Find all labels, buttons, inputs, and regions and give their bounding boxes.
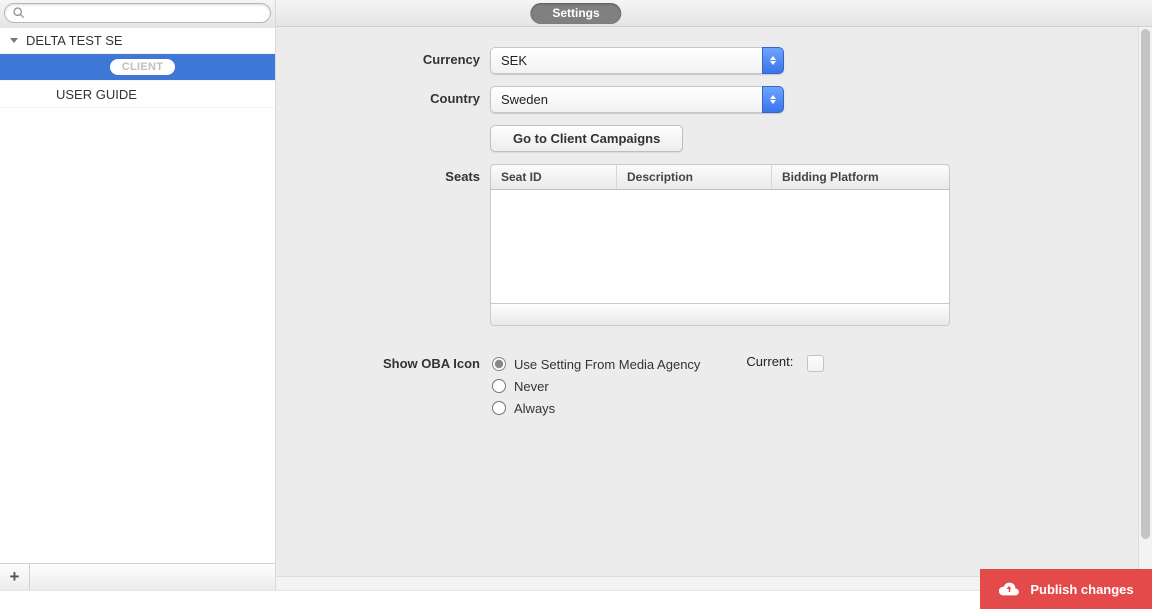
plus-icon: + — [10, 567, 20, 587]
oba-option-use-setting[interactable]: Use Setting From Media Agency — [490, 354, 700, 374]
top-bar: Settings — [0, 0, 1152, 27]
goto-client-campaigns-button[interactable]: Go to Client Campaigns — [490, 125, 683, 152]
tree-root-label: DELTA TEST SE — [26, 33, 123, 48]
row-seats: Seats Seat ID Description Bidding Platfo… — [300, 164, 1114, 326]
currency-value: SEK — [490, 47, 762, 74]
main-split: DELTA TEST SE CLIENT USER GUIDE + Curren… — [0, 27, 1152, 590]
radio-use-setting-label: Use Setting From Media Agency — [514, 357, 700, 372]
caret-down-icon — [10, 38, 18, 43]
publish-label: Publish changes — [1030, 582, 1133, 597]
add-button[interactable]: + — [0, 564, 30, 591]
oba-current: Current: — [746, 354, 824, 420]
oba-option-always[interactable]: Always — [490, 398, 700, 418]
country-value: Sweden — [490, 86, 762, 113]
vertical-scroll-thumb[interactable] — [1141, 29, 1150, 539]
content-scroll: Currency SEK Country Sweden — [276, 27, 1138, 576]
seats-table: Seat ID Description Bidding Platform — [490, 164, 950, 326]
currency-select[interactable]: SEK — [490, 47, 784, 74]
radio-never[interactable] — [492, 379, 506, 393]
tree-child-label: USER GUIDE — [56, 87, 137, 102]
vertical-scrollbar[interactable] — [1138, 27, 1152, 576]
sidebar-footer: + — [0, 563, 275, 590]
seats-footer — [490, 304, 950, 326]
client-chip: CLIENT — [110, 59, 176, 75]
seats-header: Seat ID Description Bidding Platform — [490, 164, 950, 190]
current-label: Current: — [746, 354, 793, 369]
search-container — [0, 0, 276, 27]
col-bidding-platform[interactable]: Bidding Platform — [772, 165, 949, 189]
select-stepper-icon — [762, 86, 784, 113]
seats-body[interactable] — [490, 190, 950, 304]
publish-changes-button[interactable]: Publish changes — [980, 569, 1152, 609]
search-input[interactable] — [4, 3, 271, 23]
country-label: Country — [300, 86, 490, 106]
seats-label: Seats — [300, 164, 490, 184]
currency-label: Currency — [300, 47, 490, 67]
sidebar: DELTA TEST SE CLIENT USER GUIDE + — [0, 27, 276, 590]
tree-item-user-guide[interactable]: USER GUIDE — [0, 81, 275, 108]
tree-item-client[interactable]: CLIENT — [0, 54, 275, 81]
empty-label — [300, 125, 490, 130]
oba-label: Show OBA Icon — [300, 354, 490, 371]
radio-never-label: Never — [514, 379, 549, 394]
cloud-upload-icon — [998, 581, 1020, 597]
oba-option-never[interactable]: Never — [490, 376, 700, 396]
tree-root-item[interactable]: DELTA TEST SE — [0, 27, 275, 54]
col-description[interactable]: Description — [617, 165, 772, 189]
tree: DELTA TEST SE CLIENT USER GUIDE — [0, 27, 275, 563]
radio-use-setting[interactable] — [492, 357, 506, 371]
row-goto: Go to Client Campaigns — [300, 125, 1114, 152]
row-oba: Show OBA Icon Use Setting From Media Age… — [300, 354, 1114, 420]
content-panel: Currency SEK Country Sweden — [276, 27, 1152, 590]
select-stepper-icon — [762, 47, 784, 74]
current-indicator — [807, 355, 824, 372]
radio-always-label: Always — [514, 401, 555, 416]
col-seat-id[interactable]: Seat ID — [491, 165, 617, 189]
row-country: Country Sweden — [300, 86, 1114, 113]
tab-settings[interactable]: Settings — [530, 3, 621, 24]
row-currency: Currency SEK — [300, 47, 1114, 74]
country-select[interactable]: Sweden — [490, 86, 784, 113]
radio-always[interactable] — [492, 401, 506, 415]
oba-radio-group: Use Setting From Media Agency Never Alwa… — [490, 354, 700, 420]
